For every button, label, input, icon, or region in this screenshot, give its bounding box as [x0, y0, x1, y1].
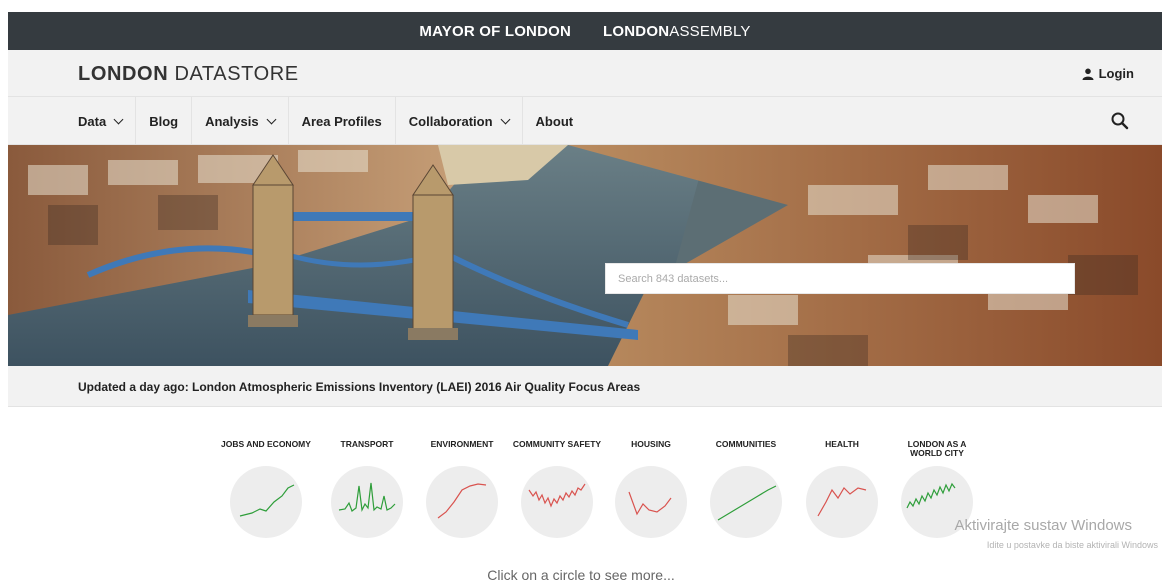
nav-item-analysis[interactable]: Analysis [192, 97, 289, 145]
london-datastore-logo[interactable]: LONDON DATASTORE [78, 63, 299, 86]
category-label: LONDON AS A WORLD CITY [892, 440, 982, 466]
nav-item-data[interactable]: Data [64, 97, 137, 145]
nav-item-label: Analysis [205, 113, 259, 129]
nav-item-about[interactable]: About [523, 97, 587, 145]
category-circle[interactable] [615, 466, 687, 538]
chevron-down-icon [266, 114, 277, 124]
nav-item-label: Blog [149, 113, 179, 129]
category-health[interactable]: HEALTH [797, 440, 887, 538]
latest-update-link[interactable]: Updated a day ago: London Atmospheric Em… [78, 380, 640, 394]
sparkline-icon [338, 482, 396, 513]
category-transport[interactable]: TRANSPORT [322, 440, 412, 538]
category-circle[interactable] [806, 466, 878, 538]
category-label: ENVIRONMENT [417, 440, 507, 466]
windows-activation-title: Aktivirajte sustav Windows [954, 517, 1132, 534]
nav-item-area-profiles[interactable]: Area Profiles [289, 97, 396, 145]
chevron-down-icon [500, 114, 510, 124]
site-header: LONDON DATASTORE Login [8, 50, 1162, 97]
search-icon[interactable] [1110, 111, 1130, 131]
category-label: COMMUNITIES [701, 440, 791, 466]
category-label-text: TRANSPORT [340, 439, 394, 449]
dataset-search-input[interactable] [605, 263, 1075, 294]
sparkline-icon [528, 483, 586, 508]
category-environment[interactable]: ENVIRONMENT [417, 440, 507, 538]
nav-item-label: Data [78, 113, 107, 129]
category-label-text: HOUSING [631, 439, 671, 449]
nav-items: Data Blog Analysis Area Profiles Collaborati… [64, 97, 586, 145]
category-circle[interactable] [230, 466, 302, 538]
tower-bridge-photo [8, 145, 1162, 366]
category-circle[interactable] [710, 466, 782, 538]
london-assembly-link[interactable]: LONDONASSEMBLY [603, 23, 751, 40]
mayor-of-london-link[interactable]: MAYOR OF LONDON [419, 23, 571, 40]
category-housing[interactable]: HOUSING [606, 440, 696, 538]
category-label: HEALTH [797, 440, 887, 466]
nav-item-blog[interactable]: Blog [136, 97, 193, 145]
sparkline-icon [628, 491, 672, 516]
nav-item-label: Collaboration [408, 113, 493, 129]
top-bar: MAYOR OF LONDON LONDONASSEMBLY [8, 12, 1162, 50]
category-label: JOBS AND ECONOMY [221, 440, 311, 466]
category-label-text: COMMUNITIES [715, 439, 777, 449]
category-label-text: JOBS AND ECONOMY [221, 439, 311, 449]
category-communities[interactable]: COMMUNITIES [701, 440, 791, 538]
windows-activation-subtitle: Idite u postavke da biste aktivirali Win… [986, 540, 1158, 550]
category-community-safety[interactable]: COMMUNITY SAFETY [512, 440, 602, 538]
category-circle[interactable] [426, 466, 498, 538]
click-more-hint: Click on a circle to see more... [487, 567, 675, 581]
sparkline-icon [817, 487, 867, 517]
login-button[interactable]: Login [1082, 66, 1134, 81]
category-circle[interactable] [521, 466, 593, 538]
category-label-text: HEALTH [825, 439, 859, 449]
user-icon [1082, 68, 1094, 80]
nav-item-collaboration[interactable]: Collaboration [396, 97, 523, 145]
chevron-down-icon [113, 114, 124, 124]
nav-item-label: About [535, 113, 574, 129]
category-label-text: COMMUNITY SAFETY [512, 439, 602, 449]
latest-update-bar: Updated a day ago: London Atmospheric Em… [8, 366, 1162, 407]
category-circle[interactable] [331, 466, 403, 538]
category-label-text: LONDON AS A WORLD CITY [907, 439, 967, 458]
category-label: COMMUNITY SAFETY [512, 440, 602, 466]
sparkline-icon [717, 485, 777, 521]
sparkline-icon [906, 482, 956, 509]
sparkline-icon [239, 484, 295, 517]
nav-item-label: Area Profiles [301, 113, 382, 129]
main-nav: Data Blog Analysis Area Profiles Collaborati… [8, 97, 1162, 145]
category-label: HOUSING [606, 440, 696, 466]
hero-banner [8, 145, 1162, 366]
sparkline-icon [437, 483, 487, 519]
category-label-text: ENVIRONMENT [430, 439, 494, 449]
category-jobs-and-economy[interactable]: JOBS AND ECONOMY [221, 440, 311, 538]
category-label: TRANSPORT [322, 440, 412, 466]
